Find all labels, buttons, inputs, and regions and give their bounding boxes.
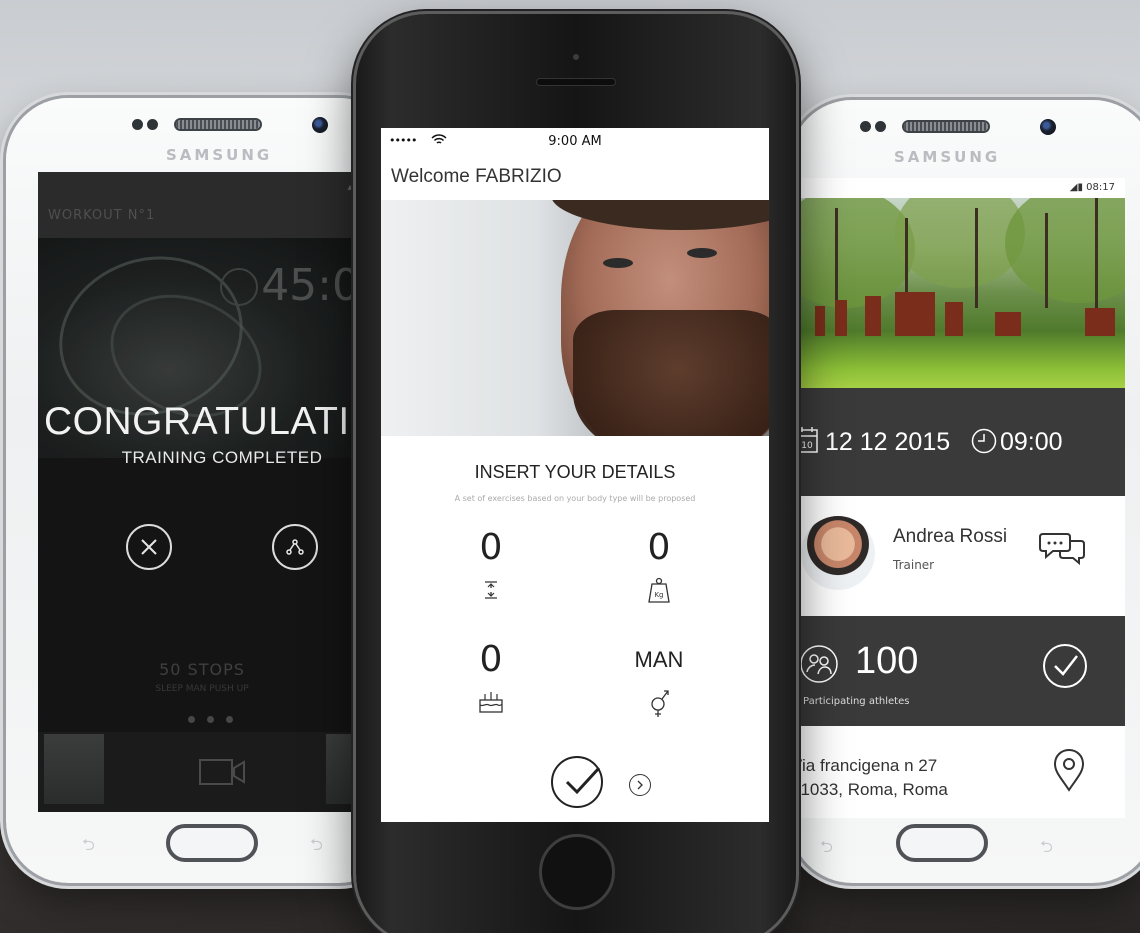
date-time-panel: 10 12 12 2015 09:00	[795, 388, 1125, 496]
event-photo	[795, 198, 1125, 388]
exercise-bar	[38, 732, 366, 812]
location-pin-icon[interactable]	[1051, 748, 1087, 792]
next-button[interactable]	[629, 774, 651, 796]
earpiece-speaker	[536, 78, 616, 86]
sensor-dots	[132, 119, 158, 130]
training-completed-label: TRAINING COMPLETED	[121, 448, 323, 467]
calendar-day: 10	[801, 441, 813, 451]
status-time: 08:17	[1086, 182, 1115, 193]
height-field[interactable]: 0	[431, 528, 551, 604]
home-button[interactable]	[166, 824, 258, 862]
clock-icon	[971, 428, 997, 454]
center-phone: ••••• 9:00 AM Welcome FABRIZIO INSERT YO…	[356, 14, 796, 933]
event-date: 12 12 2015	[825, 428, 951, 456]
back-key[interactable]: ⮌	[310, 834, 323, 861]
back-key[interactable]: ⮌	[820, 836, 833, 863]
join-check-icon[interactable]	[1041, 642, 1089, 690]
participants-panel: 100 Participating athletes	[795, 616, 1125, 726]
status-bar: ◢▮ 08:17	[795, 178, 1125, 198]
age-field[interactable]: 0	[431, 640, 551, 714]
address-line-2: 01033, Roma, Roma	[795, 780, 948, 799]
workout-header: ▴▮ WORKOUT N°1	[38, 172, 366, 238]
trainer-name: Andrea Rossi	[893, 526, 1008, 547]
right-screen: ◢▮ 08:17 10 12 12 2015 09:00 Andrea Ross…	[795, 178, 1125, 818]
user-photo	[381, 200, 769, 436]
gender-icon	[651, 690, 669, 717]
weight-field[interactable]: 0 Kg	[599, 528, 719, 604]
chat-icon[interactable]	[1039, 528, 1087, 568]
weight-unit: Kg	[654, 591, 663, 599]
height-value: 0	[479, 527, 503, 568]
weight-icon: Kg	[648, 577, 670, 603]
brand-logo: SAMSUNG	[166, 146, 273, 164]
chevron-right-icon	[637, 780, 643, 790]
close-button[interactable]	[126, 524, 172, 570]
back-key[interactable]: ⮌	[1040, 836, 1053, 863]
center-screen: ••••• 9:00 AM Welcome FABRIZIO INSERT YO…	[381, 128, 769, 822]
status-bar: ••••• 9:00 AM	[381, 128, 769, 154]
close-icon	[141, 539, 157, 555]
page-indicator	[188, 716, 233, 723]
workout-timer: 45:0	[261, 260, 360, 311]
workout-title: WORKOUT N°1	[48, 208, 156, 223]
birthday-cake-icon	[479, 692, 503, 713]
trainer-role: Trainer	[893, 558, 935, 572]
home-button[interactable]	[539, 834, 615, 910]
sensor-dots	[860, 121, 886, 132]
exercise-label: SLEEP MAN PUSH UP	[155, 684, 249, 694]
trainer-card[interactable]: Andrea Rossi Trainer	[795, 496, 1125, 616]
signal-battery-icon: ◢▮	[1069, 182, 1087, 193]
timer-icon	[220, 268, 258, 306]
exercise-thumbnail[interactable]	[44, 734, 104, 804]
home-button[interactable]	[896, 824, 988, 862]
gender-field[interactable]: MAN	[599, 640, 719, 718]
right-phone: SAMSUNG ◢▮ 08:17 10 12 12 2015 09:00 And…	[790, 100, 1140, 883]
share-button[interactable]	[272, 524, 318, 570]
front-camera	[573, 54, 579, 60]
video-icon[interactable]	[198, 756, 246, 788]
details-title: INSERT YOUR DETAILS	[474, 462, 676, 482]
left-phone: SAMSUNG ▴▮ WORKOUT N°1 45:0 CONGRATULATI…	[6, 98, 401, 883]
check-icon	[565, 766, 601, 795]
age-value: 0	[479, 639, 503, 680]
calendar-icon: 10	[796, 427, 818, 453]
status-time: 9:00 AM	[548, 134, 602, 149]
welcome-title: Welcome FABRIZIO	[391, 166, 562, 187]
height-icon	[485, 581, 497, 599]
address-line-1: Via francigena n 27	[795, 756, 938, 775]
address-panel: Via francigena n 27 01033, Roma, Roma	[795, 726, 1125, 818]
front-camera	[312, 117, 328, 133]
group-icon	[800, 645, 838, 683]
trainer-avatar	[801, 516, 875, 590]
share-icon	[286, 539, 304, 555]
earpiece-speaker	[176, 120, 260, 129]
gender-value: MAN	[634, 647, 684, 672]
athletes-count: 100	[855, 640, 919, 682]
confirm-button[interactable]	[551, 756, 603, 808]
weight-value: 0	[647, 527, 671, 568]
event-time: 09:00	[1000, 428, 1063, 456]
athletes-label: Participating athletes	[803, 696, 910, 707]
brand-logo: SAMSUNG	[894, 148, 1001, 166]
front-camera	[1040, 119, 1056, 135]
earpiece-speaker	[904, 122, 988, 131]
details-subtitle: A set of exercises based on your body ty…	[454, 494, 696, 503]
left-screen: ▴▮ WORKOUT N°1 45:0 CONGRATULATION TRAIN…	[38, 172, 366, 812]
stops-label: 50 STOPS	[159, 660, 245, 679]
back-key[interactable]: ⮌	[82, 834, 95, 861]
congratulation-title: CONGRATULATION	[44, 400, 366, 443]
